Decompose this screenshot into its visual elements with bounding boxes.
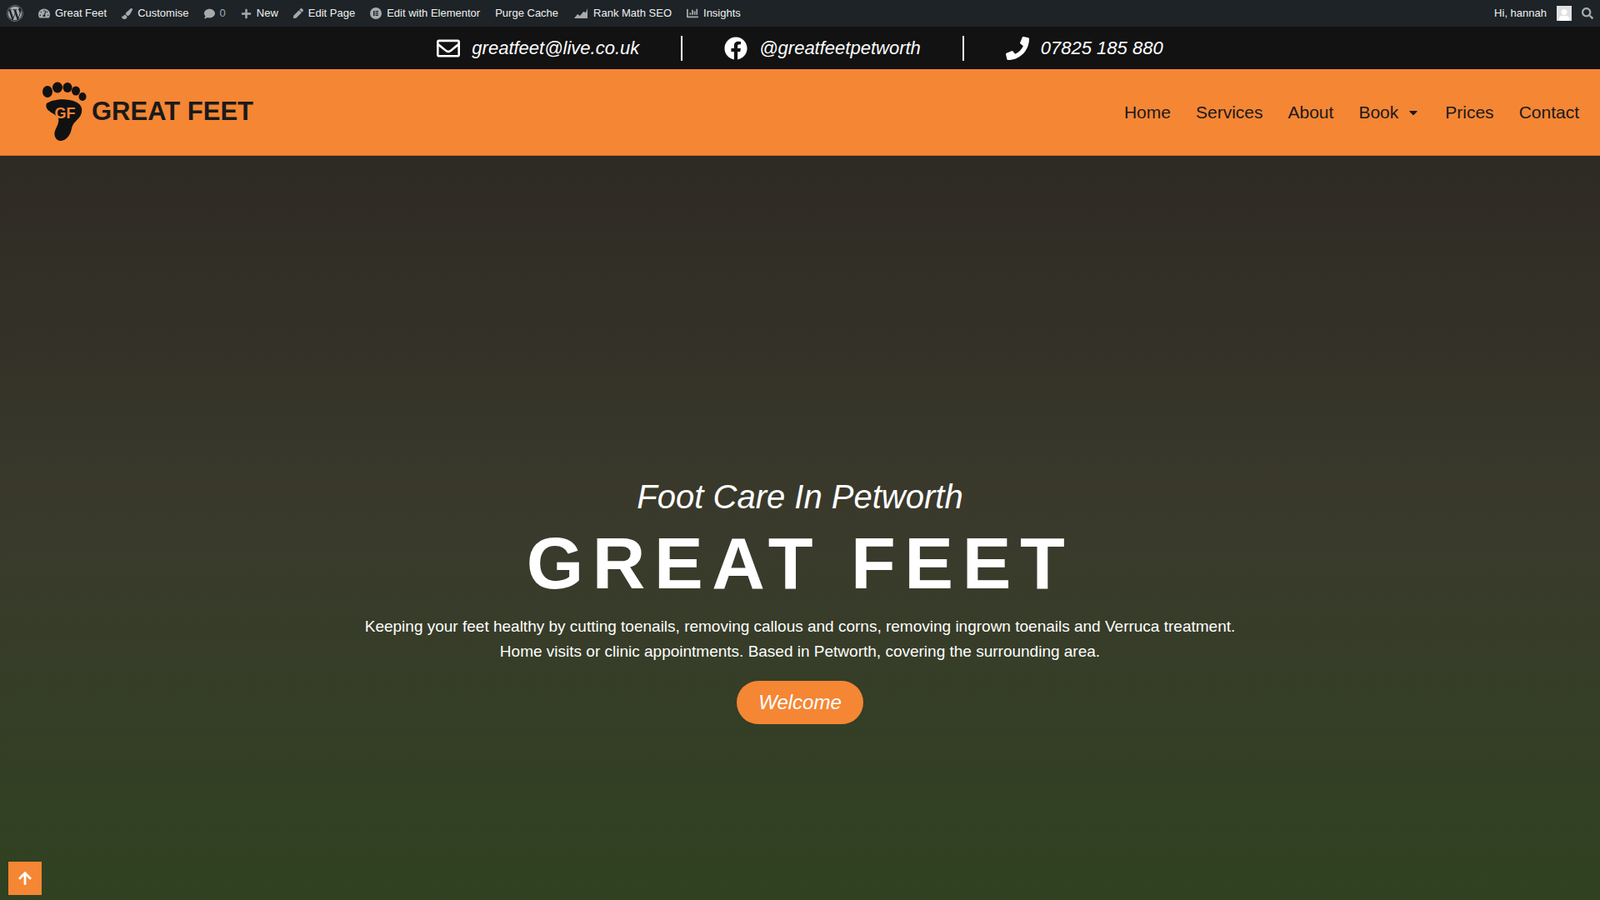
contact-bar: greatfeet@live.co.uk@greatfeetpetworth07… <box>0 26 1600 70</box>
phone-icon <box>1005 36 1030 60</box>
hero-subtitle: Foot Care In Petworth <box>636 476 963 517</box>
admin-bar-item[interactable]: Great Feet <box>38 5 107 22</box>
hero-description: Keeping your feet healthy by cutting toe… <box>365 614 1236 665</box>
admin-bar-item[interactable]: Rank Math SEO <box>573 5 672 22</box>
admin-bar-item[interactable]: 0 <box>204 5 226 22</box>
caret-down-icon <box>1406 105 1420 120</box>
email-link[interactable]: greatfeet@live.co.uk <box>395 34 681 62</box>
main-nav: Home Services About Book Prices Contact <box>1124 99 1580 126</box>
nav-item[interactable]: Contact <box>1519 99 1580 126</box>
search-icon[interactable] <box>1581 7 1594 20</box>
admin-bar-item[interactable]: New <box>240 5 279 22</box>
separator <box>962 35 965 61</box>
foot-logo-icon: GF <box>40 81 90 144</box>
comment-icon <box>204 8 215 20</box>
welcome-button[interactable]: Welcome <box>736 680 864 725</box>
wordpress-icon[interactable] <box>6 5 24 22</box>
nav-item[interactable]: About <box>1288 99 1335 126</box>
arrow-up-icon <box>17 870 33 886</box>
nav-item[interactable]: Home <box>1124 99 1171 126</box>
hero-title: GREAT FEET <box>526 523 1074 605</box>
nav-item[interactable]: Prices <box>1445 99 1494 126</box>
admin-bar: Great Feet Customise 0 New Edit Page Edit wit… <box>0 0 1600 27</box>
site-logo[interactable]: GFGREAT FEET <box>40 81 254 144</box>
chart-icon <box>686 7 699 20</box>
admin-bar-item[interactable]: Edit Page <box>293 5 355 22</box>
nav-item[interactable]: Services <box>1195 99 1264 126</box>
facebook-link[interactable]: @greatfeetpetworth <box>682 34 963 62</box>
plus-icon <box>240 8 252 20</box>
page: Great Feet Customise 0 New Edit Page Edit wit… <box>0 0 1600 900</box>
separator <box>680 35 683 61</box>
admin-bar-item[interactable]: Insights <box>686 5 741 22</box>
admin-bar-item[interactable]: Customise <box>121 5 189 22</box>
admin-greeting[interactable]: Hi, hannah <box>1494 5 1547 22</box>
dashboard-icon <box>38 7 50 20</box>
nav-item[interactable]: Book <box>1358 99 1420 126</box>
phone-link[interactable]: 07825 185 880 <box>964 34 1205 62</box>
site-header: GFGREAT FEET Home Services About Book Prices C… <box>0 69 1600 156</box>
envelope-icon <box>436 36 460 60</box>
pen-icon <box>293 8 304 19</box>
avatar-icon[interactable] <box>1556 5 1572 21</box>
scroll-top-button[interactable] <box>8 861 42 895</box>
admin-bar-item[interactable]: Purge Cache <box>495 5 559 22</box>
rank-math-icon <box>573 7 589 20</box>
elementor-icon <box>370 7 382 20</box>
svg-text:GF: GF <box>55 105 76 122</box>
brush-icon <box>121 8 133 20</box>
facebook-icon <box>724 36 748 60</box>
admin-bar-item[interactable]: Edit with Elementor <box>370 5 480 22</box>
hero: Foot Care In Petworth GREAT FEET Keeping y… <box>0 155 1600 900</box>
